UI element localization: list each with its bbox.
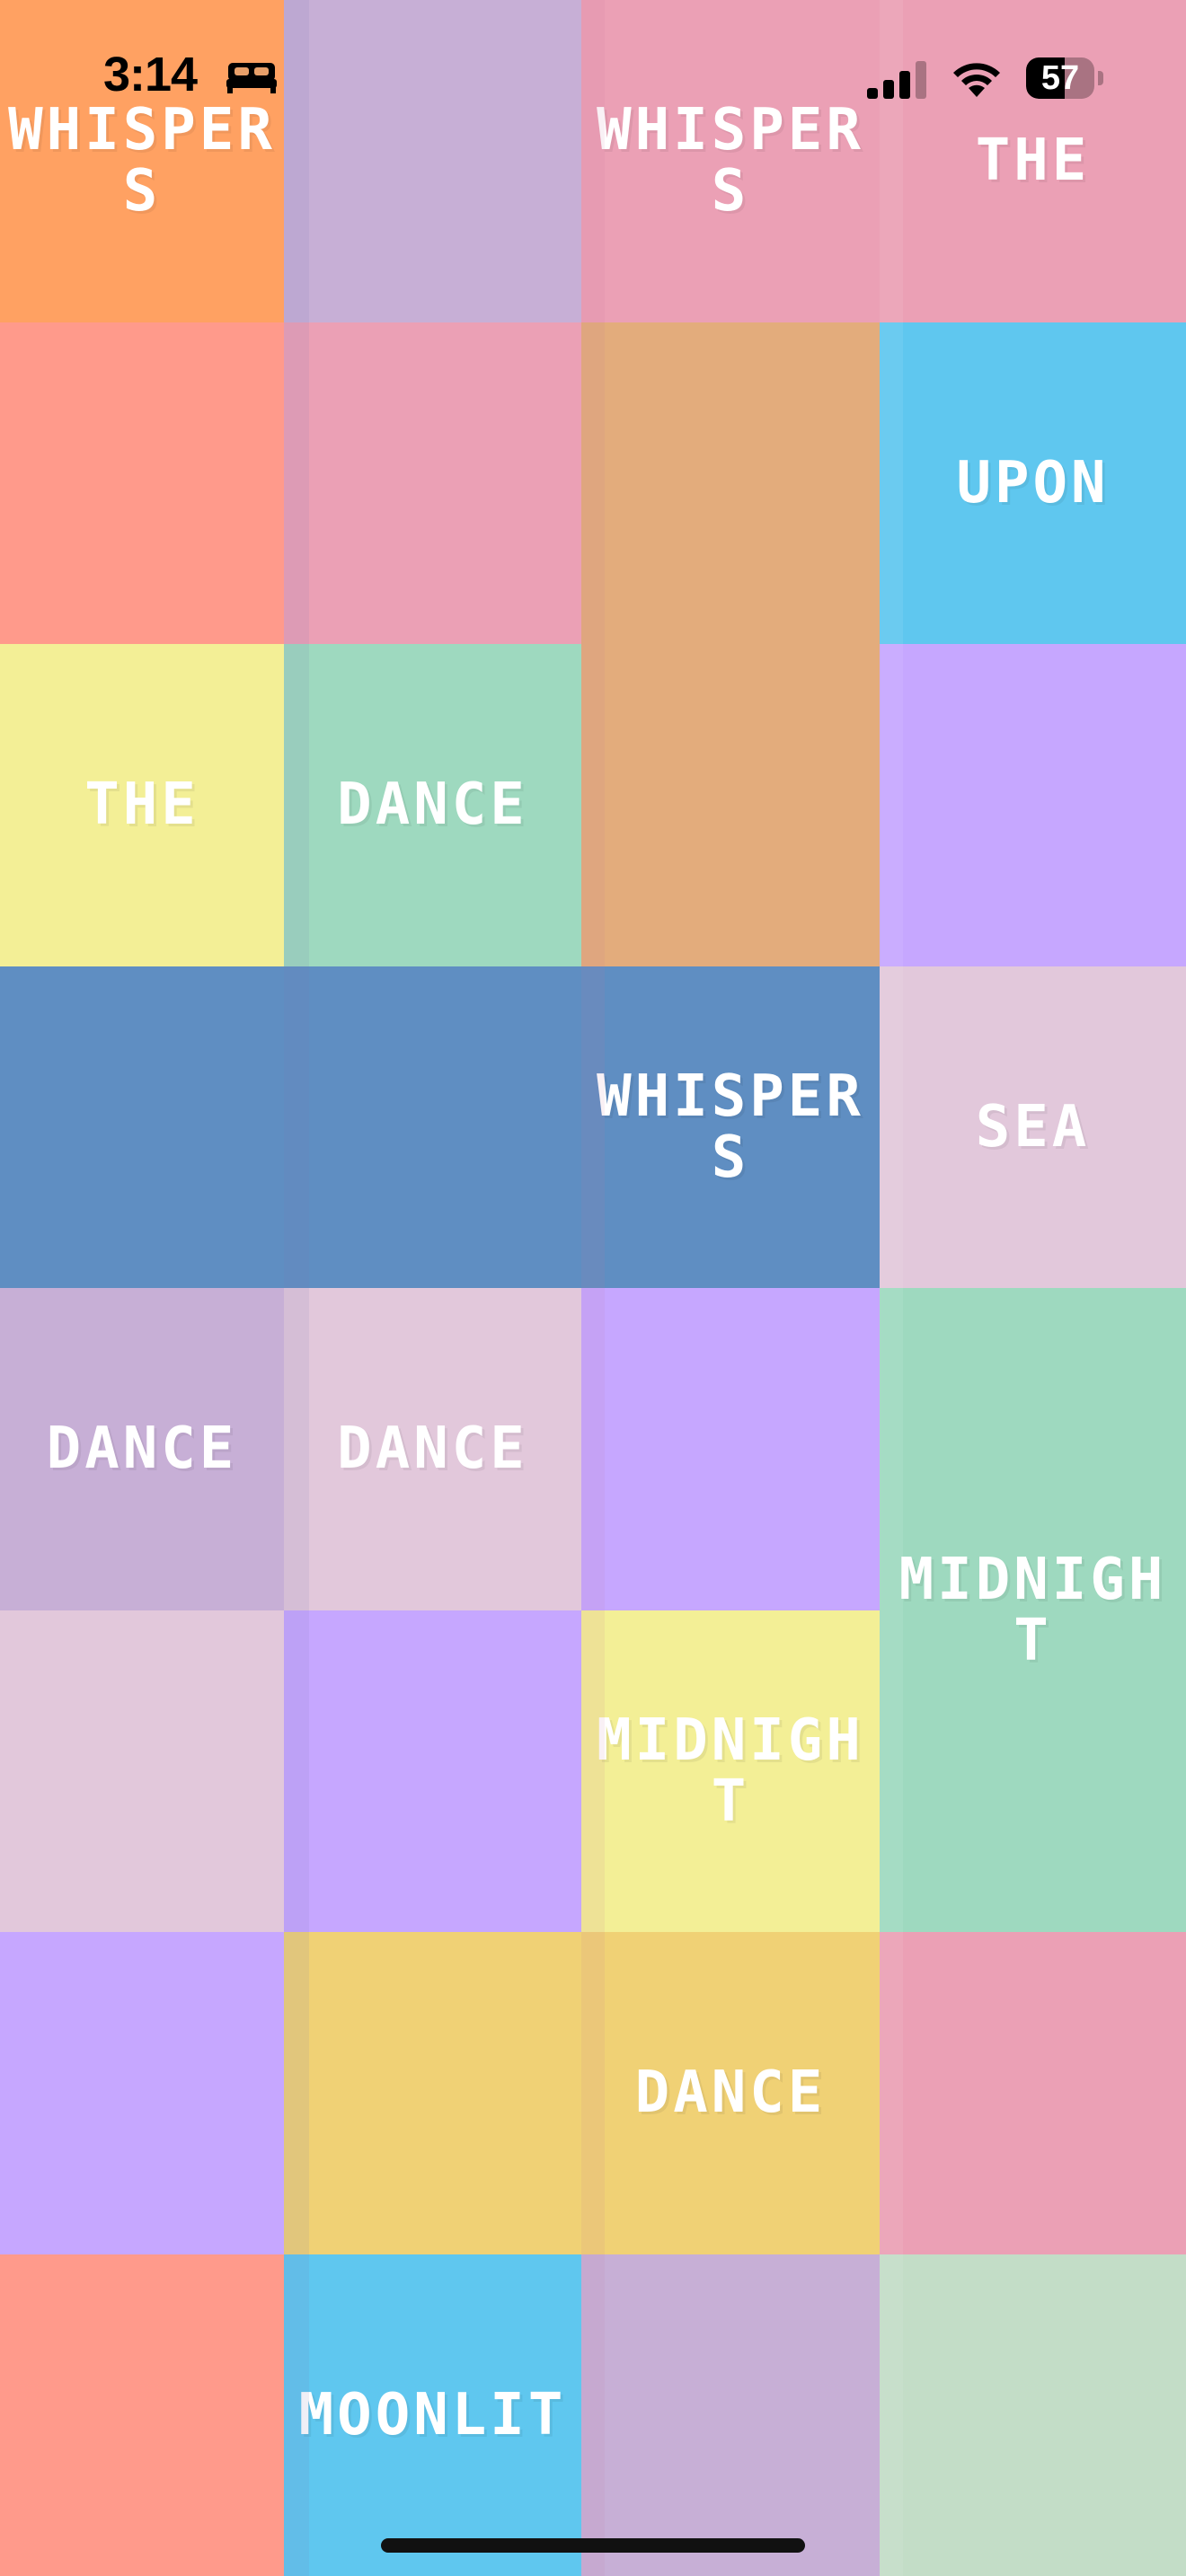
word-tile[interactable]	[581, 322, 880, 966]
tile-word: WHISPERS	[597, 97, 864, 225]
word-tile[interactable]	[284, 1610, 581, 1932]
word-tile[interactable]: UPON	[880, 322, 1186, 644]
tile-word: MIDNIGHT	[898, 1546, 1167, 1674]
tile-word: MOONLIT	[298, 2381, 567, 2448]
word-tile[interactable]	[284, 966, 581, 1288]
home-indicator[interactable]	[381, 2538, 805, 2553]
tile-word: DANCE	[634, 2060, 827, 2127]
word-tile[interactable]: DANCE	[581, 1932, 880, 2254]
word-tile[interactable]	[0, 966, 284, 1288]
word-tile[interactable]: MIDNIGHT	[880, 1288, 1186, 1932]
tile-word: DANCE	[337, 772, 528, 839]
tile-word: DANCE	[46, 1416, 238, 1483]
word-tile[interactable]: MIDNIGHT	[581, 1610, 880, 1932]
tile-word: WHISPERS	[597, 1063, 864, 1191]
tile-word: THE	[84, 772, 199, 839]
word-tile-grid: WHISPERS WHISPERS THE UPON THE DANCE WHISPERS S…	[0, 0, 1186, 2576]
word-tile[interactable]	[581, 1288, 880, 1610]
word-tile[interactable]: DANCE	[284, 1288, 581, 1610]
tile-word: SEA	[975, 1093, 1091, 1160]
tile-word: DANCE	[337, 1416, 528, 1483]
word-tile[interactable]	[284, 1932, 581, 2254]
word-tile[interactable]	[880, 644, 1186, 966]
word-tile[interactable]: WHISPERS	[581, 966, 880, 1288]
word-tile[interactable]	[581, 2254, 880, 2576]
word-tile[interactable]: DANCE	[0, 1288, 284, 1610]
word-tile[interactable]: DANCE	[284, 644, 581, 966]
word-tile[interactable]: WHISPERS	[581, 0, 880, 322]
word-tile[interactable]	[0, 322, 284, 644]
word-tile[interactable]: WHISPERS	[0, 0, 284, 322]
tile-word: WHISPERS	[8, 97, 276, 225]
word-tile[interactable]	[880, 2254, 1186, 2576]
word-tile[interactable]: THE	[880, 0, 1186, 322]
word-tile[interactable]	[0, 1610, 284, 1932]
word-tile[interactable]	[284, 0, 581, 322]
word-tile[interactable]	[0, 1932, 284, 2254]
tile-word: UPON	[956, 449, 1110, 516]
tile-word: THE	[975, 128, 1091, 195]
word-tile[interactable]	[0, 2254, 284, 2576]
word-tile[interactable]: MOONLIT	[284, 2254, 581, 2576]
word-tile[interactable]: SEA	[880, 966, 1186, 1288]
word-tile[interactable]	[880, 1932, 1186, 2254]
word-tile[interactable]: THE	[0, 644, 284, 966]
word-tile[interactable]	[284, 322, 581, 644]
tile-word: MIDNIGHT	[597, 1707, 864, 1835]
